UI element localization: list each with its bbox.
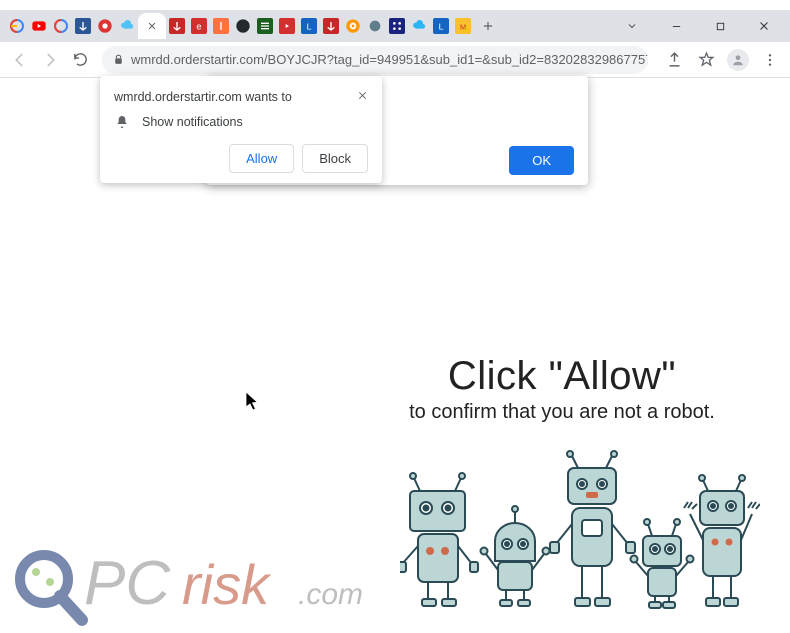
svg-text:e: e bbox=[196, 21, 201, 31]
svg-text:M: M bbox=[460, 22, 466, 31]
watermark-pc: PC bbox=[84, 549, 171, 618]
page-headline: Click "Allow" bbox=[352, 354, 772, 399]
title-bar bbox=[0, 0, 790, 10]
permission-site-text: wmrdd.orderstartir.com wants to bbox=[114, 90, 292, 104]
toolbar: wmrdd.orderstartir.com/BOYJCJR?tag_id=94… bbox=[0, 42, 790, 78]
share-icon[interactable] bbox=[660, 46, 688, 74]
svg-text:L: L bbox=[307, 21, 312, 31]
page-subline: to confirm that you are not a robot. bbox=[352, 401, 772, 424]
tab-favicon-youtube[interactable] bbox=[28, 13, 50, 39]
tab-favicon-active[interactable] bbox=[138, 13, 166, 39]
tab-favicon-18[interactable] bbox=[386, 13, 408, 39]
chevron-down-icon[interactable] bbox=[610, 12, 654, 40]
tab-favicon-19[interactable] bbox=[408, 13, 430, 39]
block-button[interactable]: Block bbox=[302, 144, 368, 173]
menu-button[interactable] bbox=[756, 46, 784, 74]
tab-favicon-5[interactable] bbox=[94, 13, 116, 39]
lock-icon bbox=[112, 53, 125, 66]
permission-close-button[interactable] bbox=[357, 90, 368, 101]
tab-favicon-4[interactable] bbox=[72, 13, 94, 39]
allow-button[interactable]: Allow bbox=[229, 144, 294, 173]
plus-icon bbox=[481, 19, 495, 33]
forward-button[interactable] bbox=[36, 46, 64, 74]
pcrisk-watermark: PC risk .com bbox=[10, 534, 370, 629]
bookmark-icon[interactable] bbox=[692, 46, 720, 74]
tab-favicon-13[interactable] bbox=[276, 13, 298, 39]
robots-illustration bbox=[400, 436, 760, 611]
reload-button[interactable] bbox=[66, 46, 94, 74]
maximize-button[interactable] bbox=[698, 12, 742, 40]
tab-favicon-20[interactable]: L bbox=[430, 13, 452, 39]
close-icon bbox=[357, 90, 368, 101]
permission-item-text: Show notifications bbox=[142, 115, 243, 129]
tab-favicon-12[interactable] bbox=[254, 13, 276, 39]
tab-favicon-16[interactable] bbox=[342, 13, 364, 39]
tab-strip: e L L M bbox=[0, 10, 790, 42]
page-content: says AGE OK wmrdd.orderstartir.com wants… bbox=[0, 78, 790, 633]
tab-favicon-14[interactable]: L bbox=[298, 13, 320, 39]
cursor-icon bbox=[245, 391, 259, 411]
tab-favicon-11[interactable] bbox=[232, 13, 254, 39]
tab-favicon-9[interactable]: e bbox=[188, 13, 210, 39]
back-button[interactable] bbox=[6, 46, 34, 74]
dialog-ok-button[interactable]: OK bbox=[509, 146, 574, 175]
tab-favicon-google[interactable] bbox=[6, 13, 28, 39]
tab-favicon-10[interactable] bbox=[210, 13, 232, 39]
close-icon[interactable] bbox=[146, 20, 158, 32]
url-text: wmrdd.orderstartir.com/BOYJCJR?tag_id=94… bbox=[131, 52, 648, 67]
close-window-button[interactable] bbox=[742, 12, 786, 40]
tab-favicon-6[interactable] bbox=[116, 13, 138, 39]
profile-avatar[interactable] bbox=[724, 46, 752, 74]
new-tab-button[interactable] bbox=[474, 12, 502, 40]
person-icon bbox=[731, 53, 745, 67]
tab-favicon-15[interactable] bbox=[320, 13, 342, 39]
minimize-button[interactable] bbox=[654, 12, 698, 40]
watermark-tld: .com bbox=[298, 578, 363, 611]
page-headline-block: Click "Allow" to confirm that you are no… bbox=[352, 354, 772, 424]
tab-favicon-21[interactable]: M bbox=[452, 13, 474, 39]
svg-text:L: L bbox=[439, 21, 444, 31]
tab-favicon-google-2[interactable] bbox=[50, 13, 72, 39]
tab-favicon-17[interactable] bbox=[364, 13, 386, 39]
permission-popup: wmrdd.orderstartir.com wants to Show not… bbox=[100, 76, 382, 183]
address-bar[interactable]: wmrdd.orderstartir.com/BOYJCJR?tag_id=94… bbox=[102, 46, 648, 74]
window-controls bbox=[610, 12, 786, 40]
watermark-risk: risk bbox=[182, 553, 272, 616]
bell-icon bbox=[114, 114, 130, 130]
toolbar-right bbox=[660, 46, 784, 74]
tab-favicon-8[interactable] bbox=[166, 13, 188, 39]
